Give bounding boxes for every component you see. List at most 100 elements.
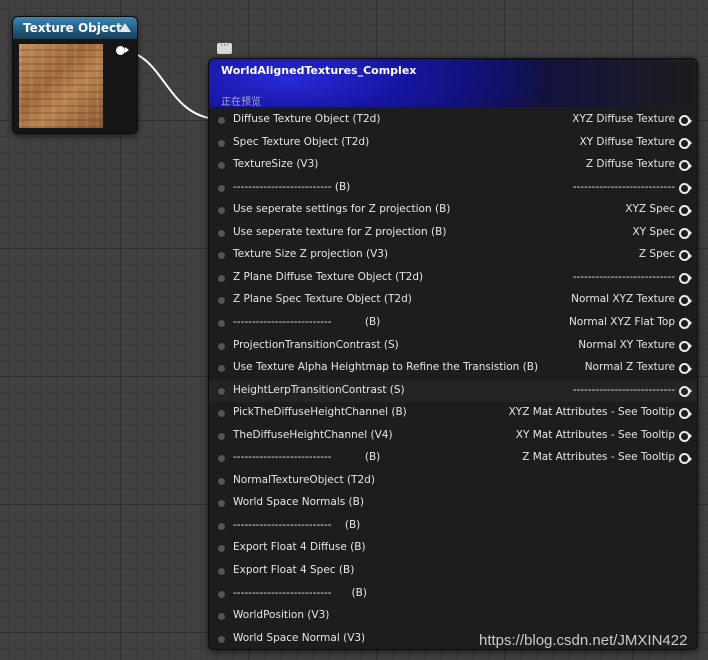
output-pin[interactable] <box>679 317 692 329</box>
node-title: WorldAlignedTextures_Complex <box>221 64 417 77</box>
pin-row: Texture Size Z projection (V3) Z Spec <box>209 244 697 266</box>
output-pin[interactable] <box>679 137 692 149</box>
input-pin-label: ProjectionTransitionContrast (S) <box>233 338 399 351</box>
input-pin-label: Export Float 4 Spec (B) <box>233 564 355 576</box>
input-pin-label: -------------------------- (B) <box>233 315 381 328</box>
output-pin[interactable] <box>679 295 692 307</box>
output-pin[interactable] <box>679 408 692 420</box>
input-pin[interactable] <box>217 567 226 576</box>
input-pin[interactable] <box>217 251 226 261</box>
output-pin-label: XYZ Spec <box>625 203 675 216</box>
input-pin-label: Use seperate settings for Z projection (… <box>233 203 451 216</box>
pin-row: ProjectionTransitionContrast (S) Normal X… <box>209 335 697 357</box>
pin-row: -------------------------- (B) <box>209 515 697 537</box>
node-preview-status: 正在预览 <box>221 97 261 108</box>
input-pin-label: Use seperate texture for Z projection (B… <box>233 225 447 238</box>
input-pin-label: PickTheDiffuseHeightChannel (B) <box>233 406 407 419</box>
input-pin-label: World Space Normals (B) <box>233 496 364 509</box>
world-aligned-textures-node[interactable]: WorldAlignedTextures_Complex 正在预览 Diffus… <box>208 58 698 650</box>
input-pin[interactable] <box>217 544 226 554</box>
pin-row: Use seperate texture for Z projection (B… <box>209 222 697 244</box>
input-pin-label: Z Plane Diffuse Texture Object (T2d) <box>233 270 424 283</box>
output-pin-label: --------------------------- <box>572 270 675 283</box>
collapse-arrow-icon[interactable] <box>119 23 131 32</box>
output-pin[interactable] <box>679 160 692 172</box>
pin-row: Z Plane Diffuse Texture Object (T2d) ----… <box>209 267 697 289</box>
texture-object-header[interactable]: Texture Object <box>13 17 137 39</box>
texture-preview-thumbnail <box>19 44 103 128</box>
pin-row: -------------------------- (B) ----------… <box>209 177 697 199</box>
input-pin[interactable] <box>217 454 226 464</box>
input-pin[interactable] <box>217 634 226 644</box>
output-pin-label: XYZ Mat Attributes - See Tooltip <box>508 406 675 419</box>
texture-object-node[interactable]: Texture Object <box>12 16 138 134</box>
input-pin[interactable] <box>217 431 226 441</box>
input-pin-label: Use Texture Alpha Heightmap to Refine th… <box>233 361 539 374</box>
input-pin[interactable] <box>217 409 226 419</box>
output-pin-label: XY Diffuse Texture <box>579 135 675 148</box>
output-pin[interactable] <box>679 363 692 375</box>
texture-output-arrow-icon <box>125 47 129 53</box>
input-pin-label: Spec Texture Object (T2d) <box>233 135 370 148</box>
output-pin-label: Z Spec <box>638 248 675 261</box>
watermark: https://blog.csdn.net/JMXIN422 <box>479 632 688 649</box>
output-pin[interactable] <box>679 340 692 352</box>
input-pin-label: Texture Size Z projection (V3) <box>233 248 389 261</box>
pin-row: Use seperate settings for Z projection (… <box>209 199 697 221</box>
texture-object-title: Texture Object <box>23 21 122 35</box>
input-pin[interactable] <box>217 612 226 622</box>
input-pin[interactable] <box>217 364 226 374</box>
input-pin[interactable] <box>217 273 226 283</box>
output-pin[interactable] <box>679 272 692 284</box>
input-pin-label: TextureSize (V3) <box>233 158 319 171</box>
input-pin[interactable] <box>217 521 226 531</box>
pin-row: -------------------------- (B) Z Mat Attr… <box>209 447 697 469</box>
input-pin-label: -------------------------- (B) <box>233 518 361 531</box>
output-pin[interactable] <box>679 205 692 217</box>
output-pin-label: --------------------------- <box>572 383 675 396</box>
input-pin-label: TheDiffuseHeightChannel (V4) <box>233 428 393 441</box>
input-pin[interactable] <box>217 228 226 238</box>
input-pin[interactable] <box>217 138 226 148</box>
input-pin-label: -------------------------- (B) <box>233 180 351 193</box>
pin-row: Use Texture Alpha Heightmap to Refine th… <box>209 357 697 379</box>
input-pin-label: HeightLerpTransitionContrast (S) <box>233 383 405 396</box>
output-pin[interactable] <box>679 227 692 239</box>
output-pin-label: --------------------------- <box>572 180 675 193</box>
pin-row: -------------------------- (B) <box>209 583 697 605</box>
output-pin-label: Normal XYZ Texture <box>571 293 675 306</box>
pin-row: Spec Texture Object (T2d) XY Diffuse Text… <box>209 132 697 154</box>
input-pin-label: Diffuse Texture Object (T2d) <box>233 113 381 125</box>
input-pin-label: NormalTextureObject (T2d) <box>233 473 375 486</box>
input-pin[interactable] <box>217 183 226 193</box>
output-pin-label: XYZ Diffuse Texture <box>572 113 675 125</box>
pin-row: -------------------------- (B) Normal XYZ… <box>209 312 697 334</box>
input-pin[interactable] <box>217 116 226 125</box>
input-pin[interactable] <box>217 476 226 486</box>
input-pin[interactable] <box>217 499 226 509</box>
output-pin[interactable] <box>679 453 692 465</box>
output-pin[interactable] <box>679 182 692 194</box>
output-pin[interactable] <box>679 385 692 397</box>
output-pin[interactable] <box>679 115 692 126</box>
node-header[interactable]: WorldAlignedTextures_Complex 正在预览 <box>209 59 697 108</box>
pin-row: HeightLerpTransitionContrast (S) --------… <box>209 380 697 402</box>
input-pin[interactable] <box>217 318 226 328</box>
input-pin[interactable] <box>217 341 226 351</box>
input-pin[interactable] <box>217 161 226 171</box>
output-pin[interactable] <box>679 430 692 442</box>
output-pin-label: Z Diffuse Texture <box>585 158 675 171</box>
input-pin[interactable] <box>217 589 226 599</box>
pin-row: PickTheDiffuseHeightChannel (B) XYZ Mat A… <box>209 402 697 424</box>
pin-row: World Space Normals (B) <box>209 492 697 514</box>
pin-row: Export Float 4 Diffuse (B) <box>209 537 697 559</box>
output-pin[interactable] <box>679 250 692 262</box>
texture-output-pin[interactable] <box>116 46 125 55</box>
input-pin[interactable] <box>217 296 226 306</box>
input-pin-label: Z Plane Spec Texture Object (T2d) <box>233 293 412 306</box>
input-pin[interactable] <box>217 386 226 396</box>
output-pin-label: Normal XYZ Flat Top <box>568 315 675 328</box>
input-pin[interactable] <box>217 206 226 216</box>
comment-bubble-icon[interactable]: ··· <box>217 42 232 54</box>
input-pin-label: -------------------------- (B) <box>233 586 367 599</box>
